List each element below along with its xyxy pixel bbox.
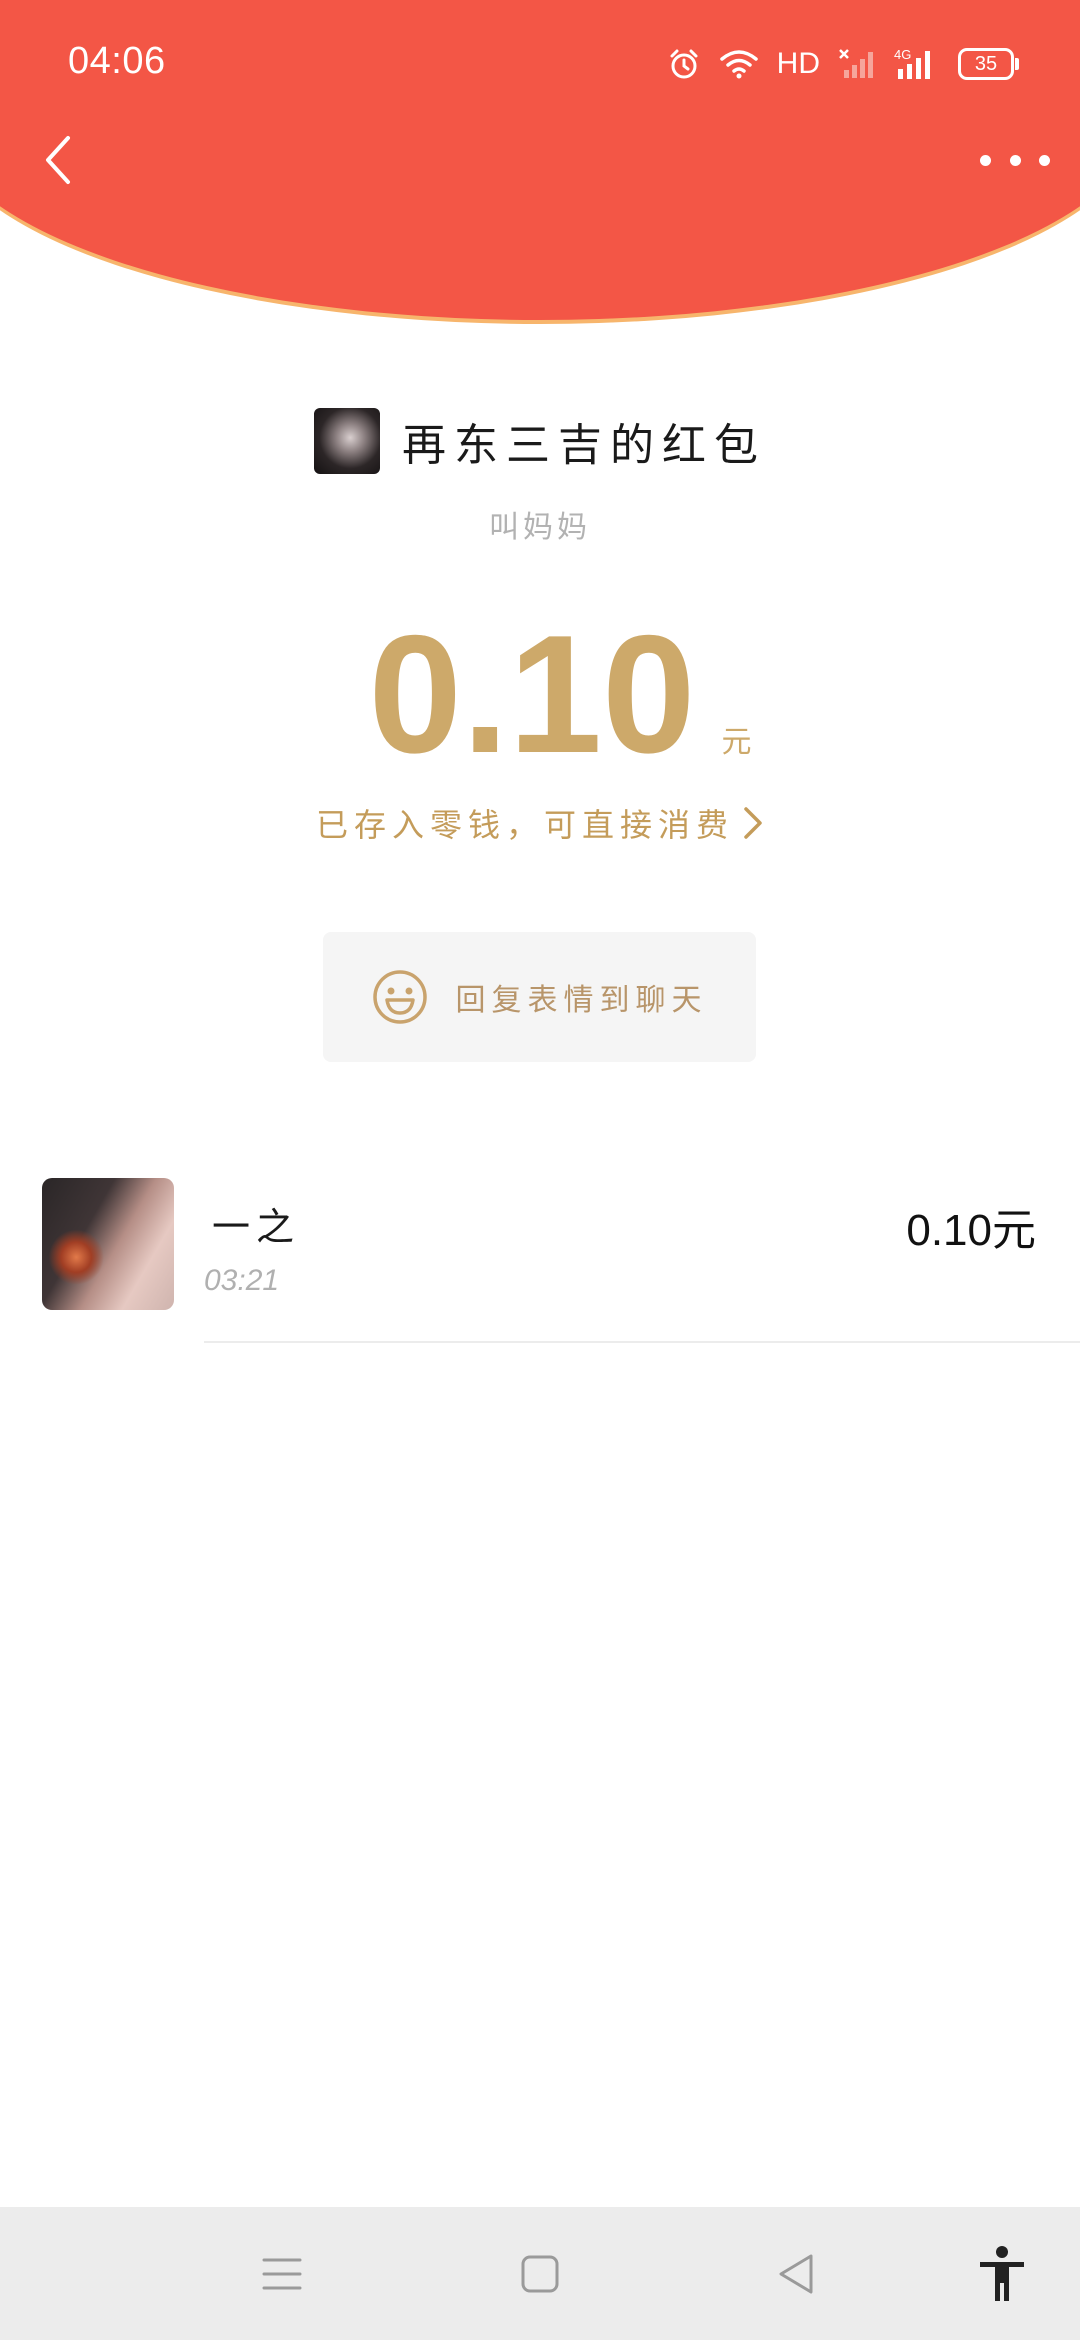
- system-navigation-bar: [0, 2207, 1080, 2340]
- amount-unit: 元: [721, 725, 752, 760]
- red-packet-detail-page: 04:06 HD 4G 35 再东三吉的红包 叫妈妈 0.10 元 已存入零钱，…: [0, 0, 1080, 2340]
- accessibility-icon: [980, 2245, 1024, 2301]
- receiver-name: 一之: [212, 1205, 301, 1249]
- sender-title: 再东三吉的红包: [402, 420, 766, 471]
- list-divider: [204, 1341, 1080, 1343]
- status-icons: HD 4G 35: [667, 44, 1019, 84]
- system-back-button[interactable]: [740, 2207, 850, 2340]
- hd-icon: HD: [776, 47, 820, 80]
- status-bar: 04:06 HD 4G 35: [0, 0, 1080, 130]
- reply-sticker-button[interactable]: 回复表情到聊天: [323, 932, 756, 1062]
- sender-row: 再东三吉的红包: [0, 408, 1080, 474]
- reply-sticker-label: 回复表情到聊天: [455, 983, 708, 1018]
- accessibility-button[interactable]: [947, 2207, 1057, 2340]
- smiley-icon: [372, 970, 427, 1024]
- menu-icon: [262, 2258, 302, 2289]
- wallet-link-text: 已存入零钱，可直接消费: [315, 806, 734, 844]
- back-button[interactable]: [28, 130, 88, 190]
- svg-text:4G: 4G: [894, 47, 911, 62]
- 4g-signal-icon: 4G: [894, 47, 940, 81]
- home-square-icon: [521, 2255, 559, 2292]
- sender-avatar[interactable]: [314, 408, 380, 474]
- received-amount: 0.10: [368, 600, 696, 788]
- alarm-icon: [667, 47, 701, 81]
- status-time: 04:06: [68, 40, 166, 82]
- greeting-message: 叫妈妈: [489, 510, 591, 545]
- more-dots-icon: [1009, 154, 1021, 166]
- amount-row: 0.10 元: [0, 610, 1080, 778]
- wallet-link[interactable]: 已存入零钱，可直接消费: [0, 800, 1080, 846]
- receiver-time: 03:21: [204, 1264, 280, 1297]
- more-dots-icon: [1039, 154, 1050, 166]
- signal-icon: [838, 48, 876, 80]
- wifi-icon: [719, 48, 759, 80]
- receiver-avatar[interactable]: [42, 1178, 174, 1310]
- chevron-left-icon: [46, 136, 70, 184]
- chevron-right-icon: [744, 807, 762, 839]
- back-triangle-icon: [779, 2254, 813, 2293]
- home-button[interactable]: [485, 2207, 595, 2340]
- more-options-button[interactable]: [980, 140, 1050, 180]
- battery-icon: 35: [958, 48, 1019, 80]
- receiver-list-item[interactable]: 一之 03:21 0.10元: [0, 1176, 1080, 1342]
- more-dots-icon: [980, 154, 991, 166]
- recent-apps-button[interactable]: [227, 2207, 337, 2340]
- receiver-amount: 0.10元: [906, 1206, 1036, 1255]
